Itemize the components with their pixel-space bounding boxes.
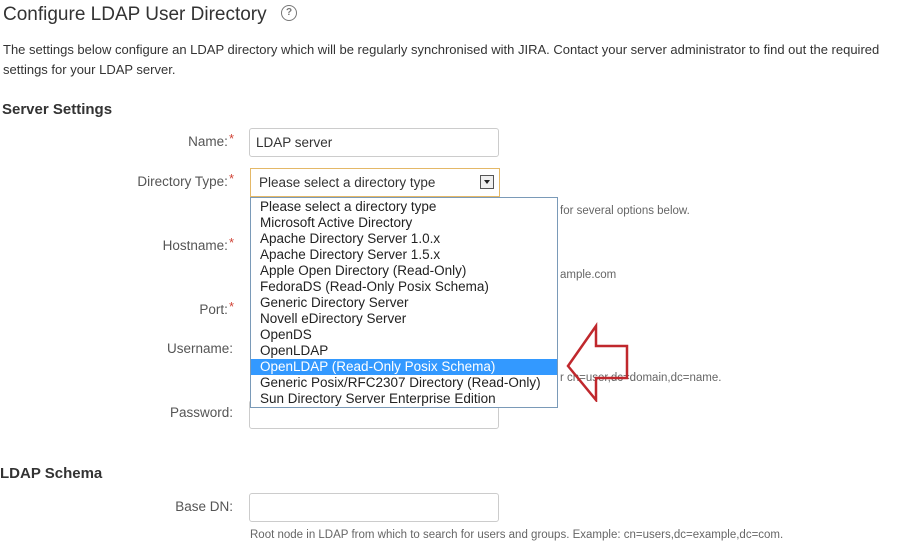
required-marker: * — [228, 131, 234, 146]
base-dn-input[interactable] — [249, 493, 499, 522]
page-title: Configure LDAP User Directory — [3, 4, 267, 25]
dropdown-option[interactable]: Apache Directory Server 1.5.x — [251, 247, 557, 263]
directory-type-dropdown-list[interactable]: Please select a directory type Microsoft… — [250, 197, 558, 408]
dropdown-option[interactable]: Apache Directory Server 1.0.x — [251, 231, 557, 247]
hostname-hint: ample.com — [560, 269, 617, 281]
port-label: Port:* — [199, 299, 234, 317]
required-marker: * — [228, 299, 234, 314]
directory-type-select[interactable]: Please select a directory type — [250, 168, 500, 197]
intro-text: The settings below configure an LDAP dir… — [3, 42, 880, 77]
dropdown-option[interactable]: Microsoft Active Directory — [251, 215, 557, 231]
required-marker: * — [228, 171, 234, 186]
dropdown-option[interactable]: OpenLDAP — [251, 343, 557, 359]
hostname-label: Hostname:* — [162, 235, 234, 253]
directory-type-hint: for several options below. — [560, 205, 690, 217]
dropdown-option[interactable]: Generic Posix/RFC2307 Directory (Read-On… — [251, 375, 557, 391]
dropdown-option[interactable]: Apple Open Directory (Read-Only) — [251, 263, 557, 279]
left-arrow-annotation-icon — [566, 322, 629, 402]
dropdown-option-highlighted[interactable]: OpenLDAP (Read-Only Posix Schema) — [251, 359, 557, 375]
dropdown-option[interactable]: Novell eDirectory Server — [251, 311, 557, 327]
dropdown-option[interactable]: FedoraDS (Read-Only Posix Schema) — [251, 279, 557, 295]
name-label: Name:* — [188, 131, 234, 149]
dropdown-option[interactable]: Sun Directory Server Enterprise Edition — [251, 391, 557, 407]
dropdown-option[interactable]: Generic Directory Server — [251, 295, 557, 311]
ldap-schema-heading: LDAP Schema — [0, 465, 103, 482]
base-dn-hint: Root node in LDAP from which to search f… — [250, 529, 784, 541]
server-settings-heading: Server Settings — [2, 101, 113, 118]
dropdown-arrow-icon[interactable] — [480, 175, 494, 189]
name-input[interactable]: LDAP server — [249, 128, 499, 157]
directory-type-selected: Please select a directory type — [259, 175, 436, 190]
username-label: Username: — [166, 341, 233, 356]
dropdown-option[interactable]: Please select a directory type — [251, 199, 557, 215]
base-dn-label: Base DN: — [175, 499, 233, 514]
dropdown-option[interactable]: OpenDS — [251, 327, 557, 343]
required-marker: * — [228, 235, 234, 250]
help-icon[interactable]: ? — [281, 5, 297, 21]
directory-type-label: Directory Type:* — [137, 171, 234, 189]
password-label: Password: — [169, 405, 233, 420]
